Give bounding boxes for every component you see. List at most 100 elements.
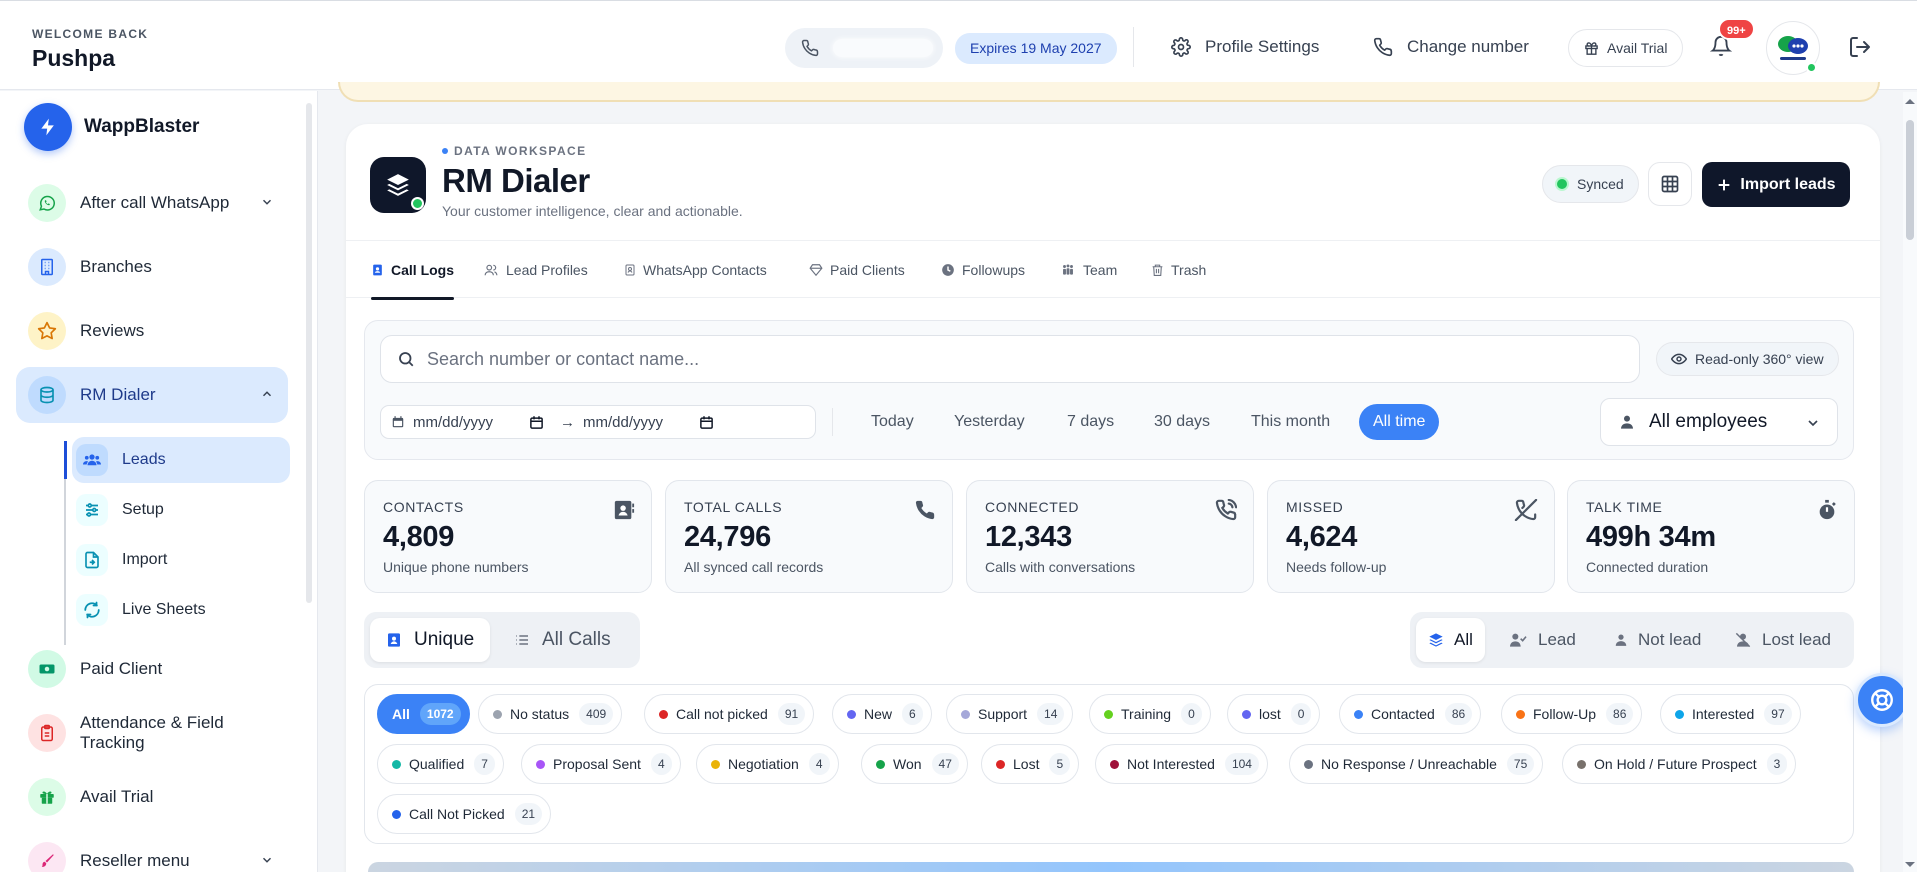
view-all-calls-label: All Calls: [542, 629, 611, 650]
phone-number-pill[interactable]: [785, 28, 943, 68]
status-chip-interested[interactable]: Interested 97: [1660, 694, 1801, 734]
lead-filter-lead[interactable]: Lead: [1496, 618, 1588, 662]
view-all-calls-button[interactable]: All Calls: [498, 618, 627, 662]
scroll-up-icon: [1905, 99, 1915, 104]
tab-followups[interactable]: Followups: [941, 241, 1025, 299]
logout-icon[interactable]: [1848, 35, 1872, 59]
status-chip-contacted[interactable]: Contacted 86: [1339, 694, 1482, 734]
status-chip-follow-up[interactable]: Follow-Up 86: [1501, 694, 1643, 734]
sidebar-item-reseller-menu[interactable]: Reseller menu: [16, 833, 288, 872]
quick-filter-yesterday[interactable]: Yesterday: [940, 404, 1039, 440]
synced-badge: Synced: [1542, 165, 1639, 203]
lead-filter-not-lead[interactable]: Not lead: [1602, 618, 1713, 662]
sidebar-subitem-label: Live Sheets: [122, 601, 206, 618]
calendar-icon[interactable]: [529, 415, 544, 430]
employee-select[interactable]: All employees: [1600, 398, 1838, 446]
divider: [832, 408, 833, 436]
view-unique-button[interactable]: Unique: [370, 618, 491, 662]
tab-call-logs[interactable]: Call Logs: [371, 241, 455, 300]
quick-filter-all-time[interactable]: All time: [1359, 404, 1440, 440]
status-chip-call-not-picked-2[interactable]: Call Not Picked 21: [377, 794, 552, 834]
contact-book-icon: [373, 264, 382, 276]
brand[interactable]: WappBlaster: [24, 103, 199, 151]
status-chip-no-response[interactable]: No Response / Unreachable 75: [1289, 744, 1544, 784]
status-chip-all[interactable]: All 1072: [377, 694, 470, 734]
database-icon: [28, 376, 66, 414]
avail-trial-button[interactable]: Avail Trial: [1568, 29, 1684, 67]
status-chip-new[interactable]: New 6: [832, 694, 932, 734]
table-view-button[interactable]: [1648, 162, 1692, 206]
status-chip-qualified[interactable]: Qualified 7: [377, 744, 504, 784]
chevron-down-icon: [1805, 415, 1821, 431]
chip-label: Support: [978, 706, 1028, 722]
eyebrow-text: DATA WORKSPACE: [454, 144, 587, 158]
status-chip-not-interested[interactable]: Not Interested 104: [1095, 744, 1268, 784]
sidebar-subitem-import[interactable]: Import: [72, 537, 290, 583]
status-dot: [411, 197, 424, 210]
chip-count: 21: [514, 803, 543, 825]
profile-settings-link[interactable]: Profile Settings: [1171, 32, 1319, 62]
eye-icon: [1671, 353, 1687, 365]
status-chip-training[interactable]: Training 0: [1089, 694, 1211, 734]
stat-subtext: Connected duration: [1586, 559, 1709, 575]
sidebar-scrollbar[interactable]: [306, 103, 312, 603]
change-number-link[interactable]: Change number: [1373, 32, 1529, 62]
status-chip-negotiation[interactable]: Negotiation 4: [696, 744, 839, 784]
status-chip-won[interactable]: Won 47: [861, 744, 968, 784]
chip-label: All: [392, 706, 410, 722]
status-chip-on-hold[interactable]: On Hold / Future Prospect 3: [1562, 744, 1797, 784]
chip-label: lost: [1259, 706, 1281, 722]
chevron-up-icon: [260, 387, 274, 401]
chip-count: 86: [1606, 703, 1634, 725]
stat-card-missed: MISSED 4,624 Needs follow-up: [1267, 480, 1555, 593]
sidebar-item-attendance-field-tracking[interactable]: Attendance & Field Tracking: [16, 705, 288, 761]
status-chip-support[interactable]: Support 14: [946, 694, 1074, 734]
tab-label: Paid Clients: [830, 262, 905, 278]
sidebar-item-paid-client[interactable]: Paid Client: [16, 641, 288, 697]
status-chip-lost-deal[interactable]: Lost 5: [981, 744, 1080, 784]
status-dot: [493, 709, 502, 719]
chip-count: 5: [1049, 753, 1071, 775]
scrollbar-thumb[interactable]: [1906, 120, 1914, 240]
gift-icon: [28, 778, 66, 816]
status-chip-no-status[interactable]: No status 409: [478, 694, 623, 734]
quick-filter-today[interactable]: Today: [857, 404, 928, 440]
sidebar-item-after-call-whatsapp[interactable]: After call WhatsApp: [16, 175, 288, 231]
sidebar-item-branches[interactable]: Branches: [16, 239, 288, 295]
tab-lead-profiles[interactable]: Lead Profiles: [483, 241, 588, 299]
date-range: mm/dd/yyyy → mm/dd/yyyy: [380, 405, 816, 439]
status-chip-lost[interactable]: lost 0: [1227, 694, 1321, 734]
date-from-input[interactable]: mm/dd/yyyy: [413, 414, 493, 431]
calendar-icon[interactable]: [699, 415, 714, 430]
sidebar-item-avail-trial[interactable]: Avail Trial: [16, 769, 288, 825]
tab-team[interactable]: Team: [1060, 241, 1117, 299]
search-field[interactable]: [380, 335, 1640, 383]
sidebar-subitem-live-sheets[interactable]: Live Sheets: [72, 587, 290, 633]
search-input[interactable]: [427, 348, 1527, 370]
sidebar-subitem-label: Setup: [122, 501, 164, 518]
date-to-input[interactable]: mm/dd/yyyy: [583, 414, 663, 431]
status-dot: [1675, 709, 1684, 719]
tab-paid-clients[interactable]: Paid Clients: [809, 241, 905, 299]
quick-filter-30-days[interactable]: 30 days: [1140, 404, 1224, 440]
status-chip-proposal-sent[interactable]: Proposal Sent 4: [521, 744, 681, 784]
sidebar-subitem-setup[interactable]: Setup: [72, 487, 290, 533]
sidebar-subitem-leads[interactable]: Leads: [72, 437, 290, 483]
tab-trash[interactable]: Trash: [1151, 241, 1206, 299]
quick-filter-this-month[interactable]: This month: [1237, 404, 1344, 440]
readonly-label: Read-only 360° view: [1695, 351, 1824, 367]
star-icon: [28, 312, 66, 350]
sidebar-item-reviews[interactable]: Reviews: [16, 303, 288, 359]
lead-filter-all[interactable]: All: [1416, 618, 1485, 662]
tab-label: WhatsApp Contacts: [643, 262, 767, 278]
quick-filter-7-days[interactable]: 7 days: [1053, 404, 1128, 440]
brush-icon: [28, 842, 66, 872]
welcome-text: WELCOME BACK: [32, 27, 149, 41]
support-fab[interactable]: [1855, 673, 1909, 727]
lead-filter-lost-lead[interactable]: Lost lead: [1722, 618, 1843, 662]
tab-whatsapp-contacts[interactable]: WhatsApp Contacts: [624, 241, 767, 299]
tab-label: Team: [1083, 262, 1118, 278]
status-chip-call-not-picked[interactable]: Call not picked 91: [644, 694, 815, 734]
import-leads-button[interactable]: Import leads: [1702, 162, 1850, 207]
sidebar-item-rm-dialer[interactable]: RM Dialer: [16, 367, 288, 423]
